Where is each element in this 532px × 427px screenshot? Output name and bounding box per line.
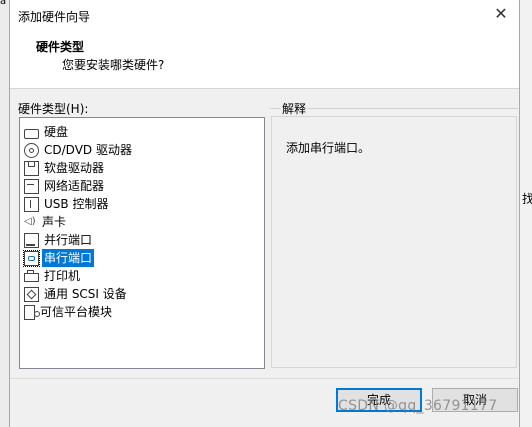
list-item[interactable]: 网络适配器 — [24, 177, 106, 195]
usb-icon — [24, 196, 39, 212]
list-item-label: 可信平台模块 — [40, 305, 113, 319]
list-item[interactable]: CD/DVD 驱动器 — [24, 141, 134, 159]
serial-port-icon — [23, 249, 40, 267]
hardware-type-list[interactable]: 硬盘 CD/DVD 驱动器软盘驱动器网络适配器 USB 控制器声卡并行端口串行端口打… — [19, 117, 265, 369]
list-item-label: CD/DVD 驱动器 — [44, 143, 132, 157]
list-item[interactable]: 软盘驱动器 — [24, 159, 106, 177]
list-item[interactable]: 打印机 — [24, 267, 82, 285]
description-group: 解释 添加串行端口。 — [270, 100, 518, 368]
list-item[interactable]: 并行端口 — [24, 231, 94, 249]
description-label: 解释 — [280, 100, 309, 117]
network-adapter-icon — [24, 178, 39, 194]
footer-divider — [10, 378, 519, 379]
description-text: 添加串行端口。 — [286, 141, 371, 155]
window-title: 添加硬件向导 — [18, 10, 91, 24]
list-item[interactable]: 串行端口 — [23, 249, 95, 267]
list-item-label: 并行端口 — [44, 233, 93, 247]
background-window-right — [518, 0, 532, 427]
hard-disk-icon — [24, 128, 39, 139]
scsi-icon — [24, 286, 39, 302]
list-item[interactable]: 声卡 — [24, 213, 68, 231]
header-title: 硬件类型 — [36, 40, 85, 54]
list-item[interactable]: 硬盘 — [24, 123, 70, 141]
floppy-icon — [24, 160, 39, 176]
title-bar[interactable]: 添加硬件向导 ✕ — [10, 0, 519, 30]
watermark-text: CSDN @qq_36791177 — [338, 398, 498, 414]
list-item-label: 网络适配器 — [44, 179, 105, 193]
tpm-icon — [24, 304, 40, 320]
list-item-label: 硬盘 — [44, 125, 69, 139]
parallel-port-icon — [24, 232, 39, 248]
background-text-fragment: à — [0, 0, 7, 7]
list-item[interactable]: 通用 SCSI 设备 — [24, 285, 129, 303]
list-item-label: 串行端口 — [42, 249, 95, 267]
cd-dvd-icon — [24, 142, 39, 158]
printer-icon — [24, 270, 39, 282]
list-item-label: 软盘驱动器 — [44, 161, 105, 175]
background-text-fragment-right: 找 — [522, 192, 532, 206]
add-hardware-wizard-dialog: 添加硬件向导 ✕ 硬件类型 您要安装哪类硬件? 硬件类型(H): 硬盘 CD/DV… — [9, 0, 520, 427]
hardware-type-label: 硬件类型(H): — [18, 102, 89, 116]
list-item[interactable]: USB 控制器 — [24, 195, 110, 213]
list-item-label: 通用 SCSI 设备 — [44, 287, 127, 301]
description-box: 添加串行端口。 — [271, 116, 517, 368]
sound-card-icon — [24, 213, 37, 231]
close-icon[interactable]: ✕ — [490, 4, 512, 26]
list-item-label: 声卡 — [42, 215, 67, 229]
wizard-header: 硬件类型 您要安装哪类硬件? — [10, 30, 519, 89]
list-item-label: USB 控制器 — [44, 197, 109, 211]
list-item-label: 打印机 — [44, 269, 81, 283]
list-item[interactable]: 可信平台模块 — [24, 303, 114, 321]
header-subtitle: 您要安装哪类硬件? — [62, 58, 165, 72]
